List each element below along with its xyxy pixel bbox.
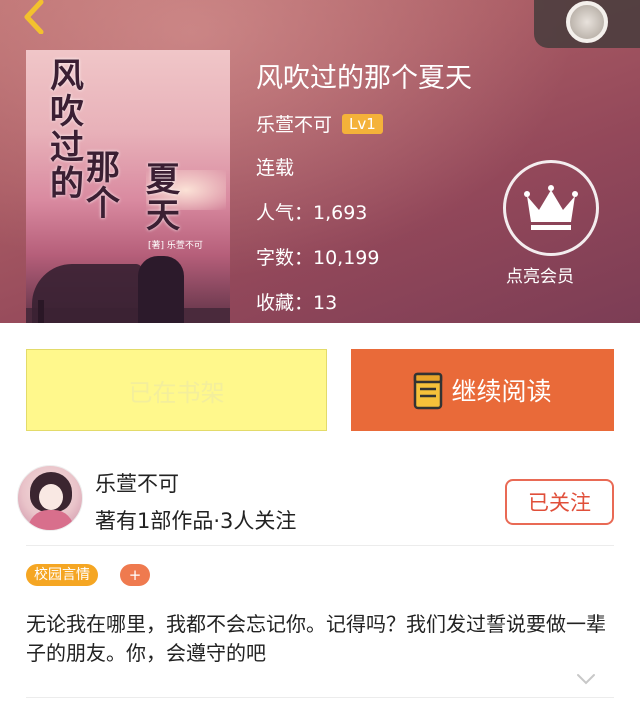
- vip-label[interactable]: 点亮会员: [506, 262, 574, 287]
- serial-status: 连载: [256, 157, 295, 179]
- genre-tag[interactable]: 校园言情: [26, 564, 98, 586]
- author-name[interactable]: 乐萱不可: [95, 468, 179, 498]
- add-tag-button[interactable]: +: [120, 564, 150, 586]
- continue-reading-label: 继续阅读: [451, 377, 552, 406]
- cover-title-part2: 那个: [86, 148, 120, 224]
- book-icon: [414, 372, 443, 410]
- divider: [26, 545, 614, 546]
- assist-ring-icon: [566, 1, 608, 43]
- book-author[interactable]: 乐萱不可: [256, 110, 332, 137]
- cover-title-part1: 风吹过的: [50, 56, 84, 204]
- book-author-line: 乐萱不可 Lv1: [256, 110, 383, 137]
- chevron-down-icon[interactable]: [575, 671, 597, 687]
- favorites-count: 收藏：13: [256, 292, 338, 314]
- popularity-count: 人气：1,693: [256, 202, 368, 224]
- crown-icon: [524, 185, 578, 230]
- cover-title-part3: 夏天: [146, 160, 180, 236]
- piano-illustration: [32, 264, 142, 323]
- back-button[interactable]: [14, 0, 54, 34]
- chevron-left-icon: [24, 0, 44, 34]
- in-shelf-button[interactable]: 已在书架: [26, 349, 327, 431]
- book-header: 风吹过的 那个 夏天 [著] 乐萱不可 风吹过的那个夏天 乐萱不可 Lv1 连载…: [0, 0, 640, 323]
- book-synopsis: 无论我在哪里，我都不会忘记你。记得吗？我们发过誓说要做一辈子的朋友。你，会遵守的…: [26, 612, 606, 665]
- author-avatar[interactable]: [17, 465, 83, 531]
- vip-button[interactable]: [503, 160, 599, 256]
- floating-assist-button[interactable]: [534, 0, 640, 48]
- cover-credit: [著] 乐萱不可: [148, 241, 203, 251]
- follow-button[interactable]: 已关注: [505, 479, 614, 525]
- author-stats: 著有1部作品·3人关注: [95, 509, 297, 533]
- level-badge: Lv1: [342, 113, 383, 134]
- word-count: 字数：10,199: [256, 247, 380, 269]
- book-title: 风吹过的那个夏天: [256, 63, 472, 94]
- continue-reading-button[interactable]: 继续阅读: [351, 349, 614, 431]
- couple-illustration: [138, 256, 184, 323]
- divider: [26, 697, 614, 698]
